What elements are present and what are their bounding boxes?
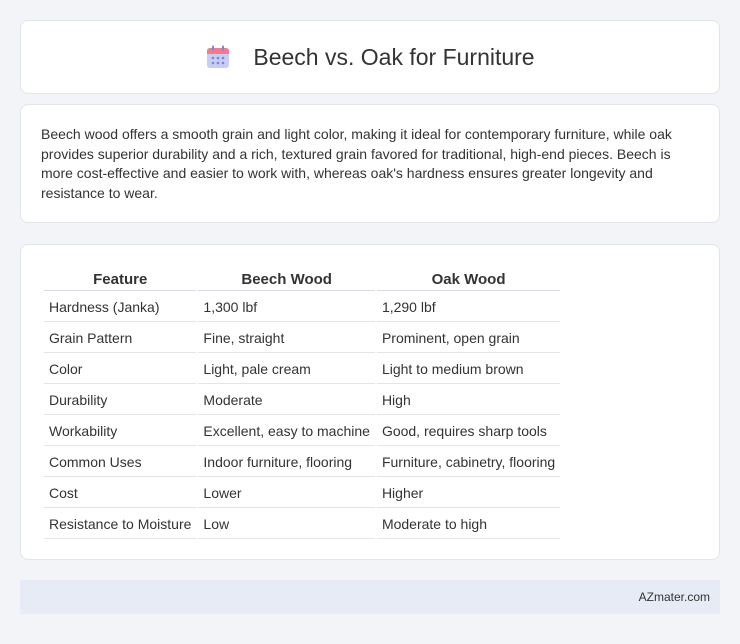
beech-cell: Indoor furniture, flooring xyxy=(198,448,375,477)
comparison-card: Feature Beech Wood Oak Wood Hardness (Ja… xyxy=(20,244,720,560)
table-header-row: Feature Beech Wood Oak Wood xyxy=(44,269,561,291)
table-row: Hardness (Janka) 1,300 lbf 1,290 lbf xyxy=(44,293,561,322)
beech-cell: Excellent, easy to machine xyxy=(198,417,375,446)
beech-cell: 1,300 lbf xyxy=(198,293,375,322)
feature-cell: Resistance to Moisture xyxy=(44,510,197,539)
feature-cell: Durability xyxy=(44,386,197,415)
beech-cell: Lower xyxy=(198,479,375,508)
table-row: Grain Pattern Fine, straight Prominent, … xyxy=(44,324,561,353)
beech-cell: Moderate xyxy=(198,386,375,415)
column-header-feature: Feature xyxy=(44,269,197,291)
table-row: Workability Excellent, easy to machine G… xyxy=(44,417,561,446)
table-row: Common Uses Indoor furniture, flooring F… xyxy=(44,448,561,477)
column-header-beech: Beech Wood xyxy=(198,269,375,291)
table-row: Resistance to Moisture Low Moderate to h… xyxy=(44,510,561,539)
intro-card: Beech wood offers a smooth grain and lig… xyxy=(20,104,720,223)
feature-cell: Common Uses xyxy=(44,448,197,477)
oak-cell: Light to medium brown xyxy=(376,355,561,384)
page-title: Beech vs. Oak for Furniture xyxy=(253,43,535,70)
beech-cell: Fine, straight xyxy=(198,324,375,353)
title-card: Beech vs. Oak for Furniture xyxy=(20,20,720,94)
feature-cell: Cost xyxy=(44,479,197,508)
intro-paragraph: Beech wood offers a smooth grain and lig… xyxy=(41,126,672,201)
beech-cell: Light, pale cream xyxy=(198,355,375,384)
oak-cell: Good, requires sharp tools xyxy=(376,417,561,446)
footer-site-link[interactable]: AZmater.com xyxy=(639,590,710,604)
calendar-icon xyxy=(205,45,231,69)
oak-cell: High xyxy=(376,386,561,415)
oak-cell: Higher xyxy=(376,479,561,508)
oak-cell: Furniture, cabinetry, flooring xyxy=(376,448,561,477)
feature-cell: Grain Pattern xyxy=(44,324,197,353)
feature-cell: Color xyxy=(44,355,197,384)
table-row: Durability Moderate High xyxy=(44,386,561,415)
feature-cell: Hardness (Janka) xyxy=(44,293,197,322)
table-row: Cost Lower Higher xyxy=(44,479,561,508)
oak-cell: Prominent, open grain xyxy=(376,324,561,353)
column-header-oak: Oak Wood xyxy=(376,269,561,291)
oak-cell: 1,290 lbf xyxy=(376,293,561,322)
comparison-table: Feature Beech Wood Oak Wood Hardness (Ja… xyxy=(42,267,562,541)
table-row: Color Light, pale cream Light to medium … xyxy=(44,355,561,384)
oak-cell: Moderate to high xyxy=(376,510,561,539)
footer: AZmater.com xyxy=(20,580,720,614)
beech-cell: Low xyxy=(198,510,375,539)
title-wrap: Beech vs. Oak for Furniture xyxy=(205,43,535,71)
feature-cell: Workability xyxy=(44,417,197,446)
